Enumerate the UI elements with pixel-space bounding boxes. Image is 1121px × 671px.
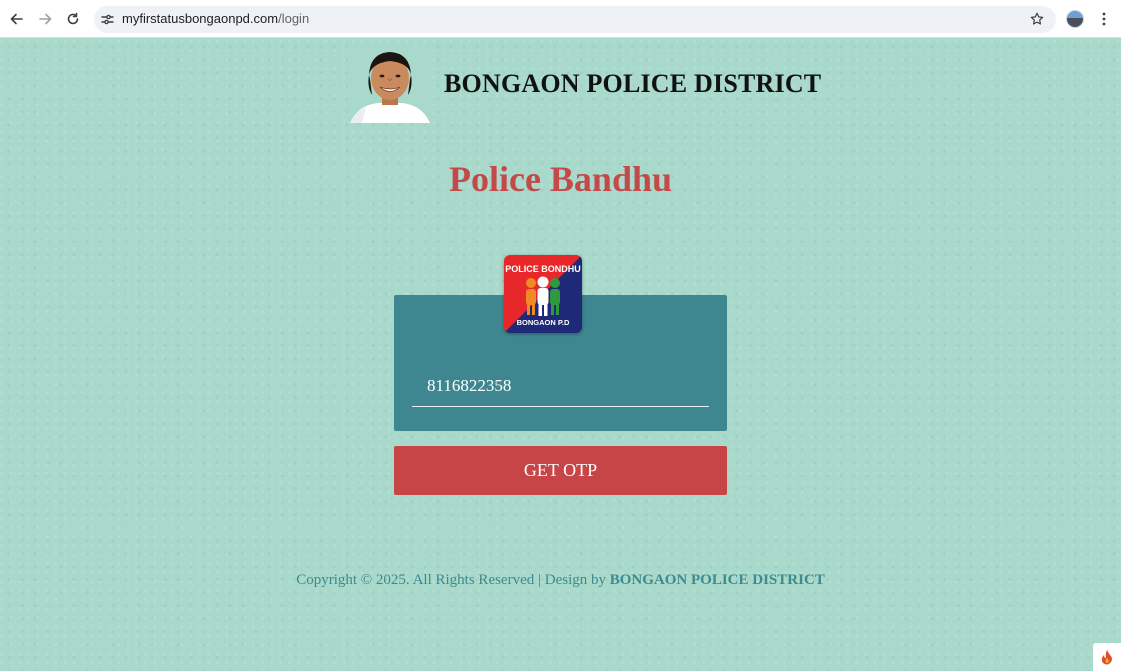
logo-top-text: POLICE BONDHU (505, 264, 581, 274)
designer-name: BONGAON POLICE DISTRICT (609, 572, 825, 588)
browser-toolbar: myfirstatusbongaonpd.com/login (0, 0, 1121, 38)
url-path: /login (278, 11, 310, 26)
site-settings-icon[interactable] (101, 13, 114, 26)
footer-copyright: Copyright © 2025. All Rights Reserved | … (0, 572, 1121, 589)
profile-avatar-icon[interactable] (1066, 10, 1084, 28)
bookmark-star-icon[interactable] (1030, 12, 1044, 26)
site-title: BONGAON POLICE DISTRICT (444, 69, 822, 98)
reload-icon (67, 12, 79, 25)
leader-portrait (348, 45, 432, 123)
back-arrow-icon (10, 13, 23, 25)
forward-button[interactable] (31, 5, 59, 33)
url-text[interactable]: myfirstatusbongaonpd.com/login (122, 11, 309, 26)
address-bar[interactable]: myfirstatusbongaonpd.com/login (94, 6, 1056, 33)
url-host: myfirstatusbongaonpd.com (122, 11, 279, 26)
police-bondhu-logo: POLICE BONDHU BONGAON P.D (504, 255, 582, 333)
flame-icon (1101, 650, 1112, 665)
phone-number-input[interactable] (412, 366, 709, 407)
logo-bottom-text: BONGAON P.D (517, 318, 570, 327)
floating-widget-button[interactable] (1093, 643, 1121, 671)
login-page: BONGAON POLICE DISTRICT Police Bandhu PO… (0, 39, 1121, 671)
reload-button[interactable] (59, 5, 87, 33)
back-button[interactable] (3, 5, 31, 33)
forward-arrow-icon (39, 13, 52, 25)
app-title: Police Bandhu (448, 159, 673, 199)
more-menu-icon[interactable] (1101, 12, 1107, 26)
copyright-text: Copyright © 2025. All Rights Reserved | … (296, 572, 610, 588)
get-otp-button[interactable]: GET OTP (394, 446, 727, 495)
